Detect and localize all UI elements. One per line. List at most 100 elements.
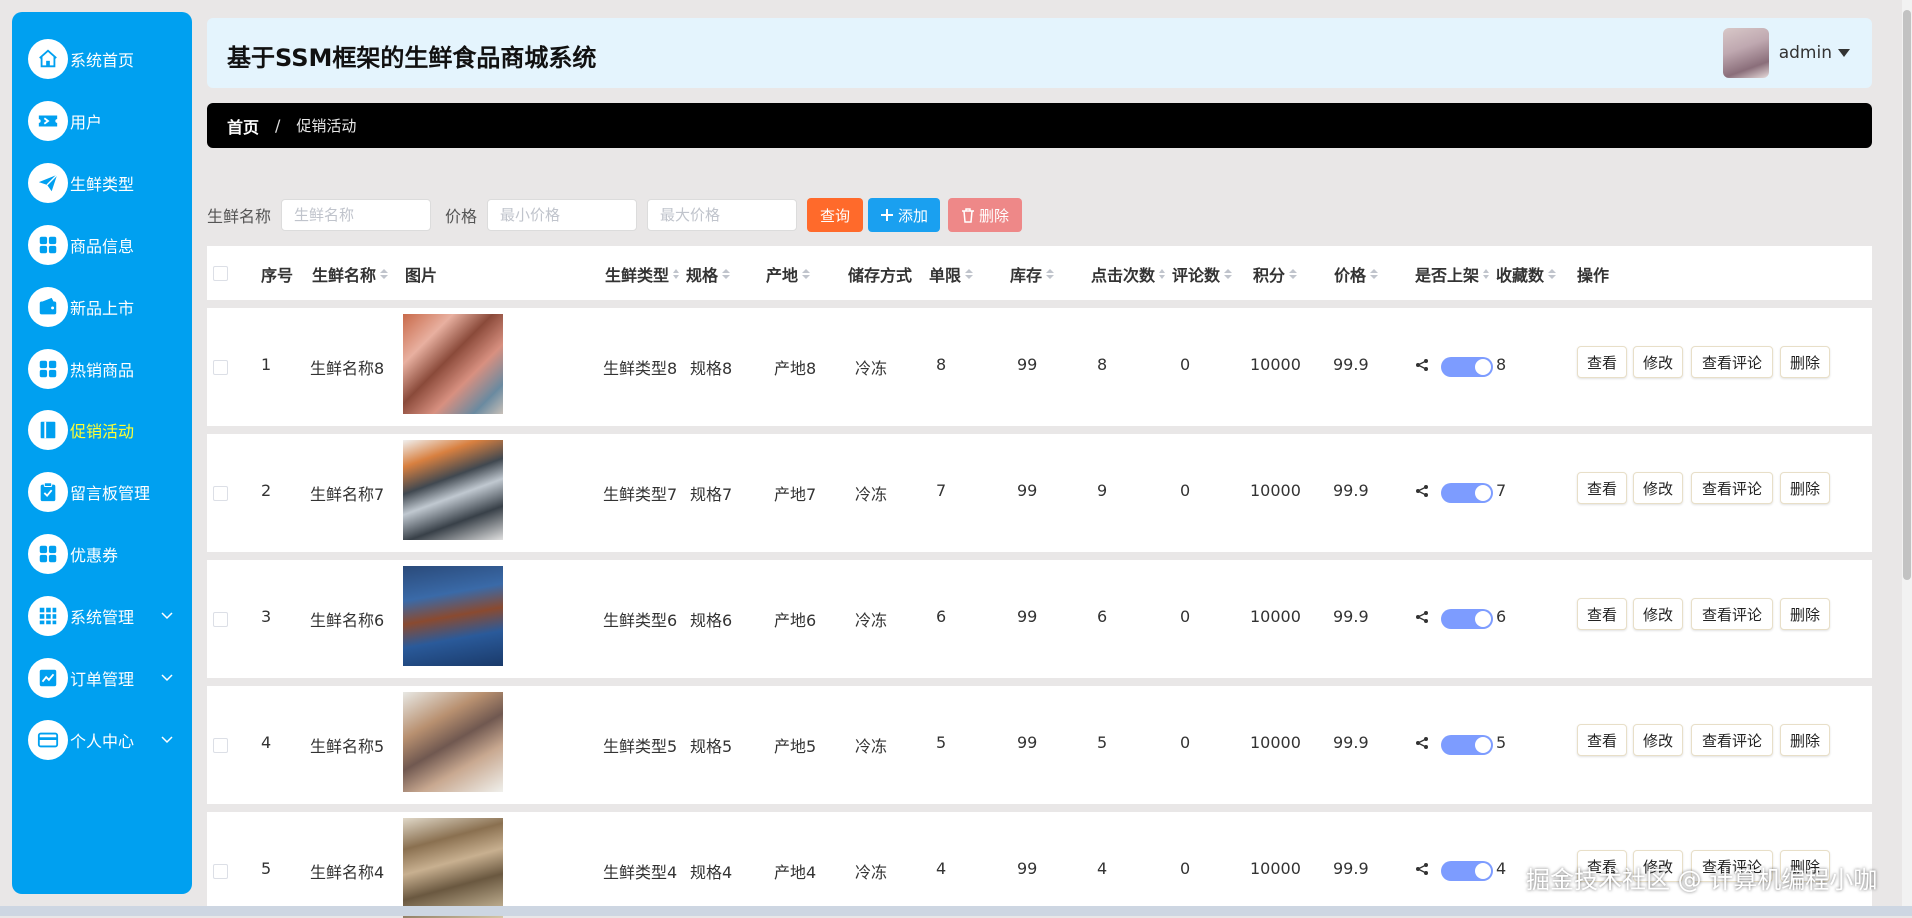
cell-price: 99.9 bbox=[1333, 355, 1369, 374]
col-name[interactable]: 生鲜名称 bbox=[312, 262, 389, 286]
delete-button[interactable]: 删除 bbox=[1780, 598, 1830, 630]
col-stock[interactable]: 库存 bbox=[1010, 262, 1055, 286]
row-checkbox[interactable] bbox=[213, 864, 228, 879]
col-limit[interactable]: 单限 bbox=[929, 262, 974, 286]
name-search-input[interactable] bbox=[281, 199, 432, 231]
chevron-down-icon bbox=[161, 612, 173, 620]
share-icon[interactable] bbox=[1415, 736, 1429, 750]
edit-button[interactable]: 修改 bbox=[1633, 346, 1683, 378]
sidebar-item-order-management[interactable]: 订单管理 bbox=[28, 656, 188, 700]
sidebar-item-promotions[interactable]: 促销活动 bbox=[28, 408, 188, 452]
col-on-shelf[interactable]: 是否上架 bbox=[1415, 262, 1490, 286]
max-price-input[interactable] bbox=[647, 199, 798, 231]
sidebar-item-label: 促销活动 bbox=[70, 422, 135, 441]
page-scrollbar[interactable] bbox=[1902, 0, 1912, 916]
share-icon[interactable] bbox=[1415, 358, 1429, 372]
cell-favorites: 7 bbox=[1496, 481, 1507, 500]
cell-clicks: 6 bbox=[1097, 607, 1108, 626]
cell-price: 99.9 bbox=[1333, 481, 1369, 500]
view-button[interactable]: 查看 bbox=[1577, 346, 1627, 378]
cell-limit: 5 bbox=[936, 733, 947, 752]
col-comments[interactable]: 评论数 bbox=[1172, 262, 1233, 286]
cell-index: 2 bbox=[261, 481, 272, 500]
cell-price: 99.9 bbox=[1333, 733, 1369, 752]
sidebar-item-new-arrivals[interactable]: 新品上市 bbox=[28, 285, 188, 329]
add-button[interactable]: 添加 bbox=[868, 198, 941, 232]
edit-button[interactable]: 修改 bbox=[1633, 472, 1683, 504]
sidebar-item-message-board[interactable]: 留言板管理 bbox=[28, 470, 188, 514]
sidebar-item-product-info[interactable]: 商品信息 bbox=[28, 223, 188, 267]
user-name: admin bbox=[1778, 43, 1832, 63]
sidebar-item-home[interactable]: 系统首页 bbox=[28, 37, 188, 81]
sidebar-item-coupons[interactable]: 优惠券 bbox=[28, 532, 188, 576]
user-menu[interactable]: admin bbox=[1722, 28, 1850, 78]
sidebar-item-label: 商品信息 bbox=[70, 237, 135, 256]
min-price-input[interactable] bbox=[487, 199, 638, 231]
row-checkbox[interactable] bbox=[213, 738, 228, 753]
batch-delete-button[interactable]: 删除 bbox=[948, 198, 1023, 232]
avatar bbox=[1722, 28, 1769, 78]
delete-button[interactable]: 删除 bbox=[1780, 724, 1830, 756]
row-checkbox[interactable] bbox=[213, 360, 228, 375]
share-icon[interactable] bbox=[1415, 862, 1429, 876]
sidebar-item-users[interactable]: 用户 bbox=[28, 99, 188, 143]
col-origin[interactable]: 产地 bbox=[766, 262, 811, 286]
cell-storage: 冷冻 bbox=[855, 611, 888, 630]
scrollbar-thumb[interactable] bbox=[1903, 10, 1911, 580]
on-shelf-toggle[interactable] bbox=[1441, 735, 1493, 755]
view-comments-button[interactable]: 查看评论 bbox=[1691, 346, 1773, 378]
share-icon[interactable] bbox=[1415, 610, 1429, 624]
breadcrumb-separator: / bbox=[275, 116, 281, 135]
on-shelf-toggle[interactable] bbox=[1441, 483, 1493, 503]
row-checkbox[interactable] bbox=[213, 486, 228, 501]
sidebar-item-fresh-type[interactable]: 生鲜类型 bbox=[28, 161, 188, 205]
view-button[interactable]: 查看 bbox=[1577, 472, 1627, 504]
breadcrumb-home[interactable]: 首页 bbox=[227, 114, 259, 138]
view-button[interactable]: 查看 bbox=[1577, 598, 1627, 630]
on-shelf-toggle[interactable] bbox=[1441, 861, 1493, 881]
sidebar-item-hot-products[interactable]: 热销商品 bbox=[28, 347, 188, 391]
col-price[interactable]: 价格 bbox=[1334, 262, 1379, 286]
delete-button[interactable]: 删除 bbox=[1780, 346, 1830, 378]
view-comments-button[interactable]: 查看评论 bbox=[1691, 724, 1773, 756]
row-checkbox[interactable] bbox=[213, 612, 228, 627]
edit-button[interactable]: 修改 bbox=[1633, 598, 1683, 630]
query-button[interactable]: 查询 bbox=[807, 198, 864, 232]
product-image bbox=[403, 440, 503, 540]
view-comments-button[interactable]: 查看评论 bbox=[1691, 598, 1773, 630]
col-type[interactable]: 生鲜类型 bbox=[605, 262, 680, 286]
paper-plane-icon bbox=[28, 163, 68, 203]
app-title: 基于SSM框架的生鲜食品商城系统 bbox=[227, 44, 597, 72]
price-filter-label: 价格 bbox=[445, 207, 478, 226]
cell-stock: 99 bbox=[1017, 607, 1038, 626]
col-favorites[interactable]: 收藏数 bbox=[1496, 262, 1557, 286]
col-clicks[interactable]: 点击次数 bbox=[1091, 262, 1166, 286]
cell-comments: 0 bbox=[1180, 607, 1191, 626]
on-shelf-toggle[interactable] bbox=[1441, 609, 1493, 629]
table-row: 3 生鲜名称6 生鲜类型6 规格6 产地6 冷冻 6 99 6 0 10000 99.9 6 查看 修改 查看… bbox=[207, 560, 1872, 678]
edit-button[interactable]: 修改 bbox=[1633, 724, 1683, 756]
sidebar-item-personal-center[interactable]: 个人中心 bbox=[28, 718, 188, 762]
cell-favorites: 5 bbox=[1496, 733, 1507, 752]
chart-icon bbox=[28, 658, 68, 698]
cell-type: 生鲜类型6 bbox=[603, 611, 678, 630]
view-button[interactable]: 查看 bbox=[1577, 724, 1627, 756]
col-spec[interactable]: 规格 bbox=[686, 262, 731, 286]
cell-storage: 冷冻 bbox=[855, 485, 888, 504]
table-row: 4 生鲜名称5 生鲜类型5 规格5 产地5 冷冻 5 99 5 0 10000 99.9 5 查看 修改 查看… bbox=[207, 686, 1872, 804]
share-icon[interactable] bbox=[1415, 484, 1429, 498]
col-actions: 操作 bbox=[1577, 266, 1610, 285]
on-shelf-toggle[interactable] bbox=[1441, 357, 1493, 377]
select-all-checkbox[interactable] bbox=[213, 266, 228, 281]
grid-icon bbox=[28, 349, 68, 389]
delete-button[interactable]: 删除 bbox=[1780, 472, 1830, 504]
col-image: 图片 bbox=[405, 266, 438, 285]
cell-clicks: 9 bbox=[1097, 481, 1108, 500]
col-points[interactable]: 积分 bbox=[1253, 262, 1298, 286]
sidebar-item-system-management[interactable]: 系统管理 bbox=[28, 594, 188, 638]
cell-type: 生鲜类型5 bbox=[603, 737, 678, 756]
col-spec-label: 规格 bbox=[686, 266, 719, 285]
cell-comments: 0 bbox=[1180, 355, 1191, 374]
bottom-edge bbox=[0, 906, 1912, 916]
view-comments-button[interactable]: 查看评论 bbox=[1691, 472, 1773, 504]
